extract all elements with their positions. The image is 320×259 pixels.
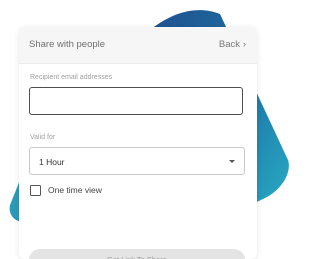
dialog-title: Share with people — [29, 39, 106, 50]
valid-for-label: Valid for — [30, 134, 56, 141]
valid-for-select[interactable]: 1 Hour — [29, 147, 245, 175]
one-time-view-label: One time view — [48, 185, 102, 195]
valid-for-value: 1 Hour — [39, 157, 65, 167]
caret-down-icon — [229, 160, 235, 163]
recipients-email-input[interactable] — [29, 87, 243, 115]
dialog-header: Share with people Back › — [19, 27, 257, 64]
share-dialog: Share with people Back › Recipient email … — [19, 27, 257, 259]
back-label: Back — [218, 39, 240, 50]
one-time-view-checkbox[interactable] — [30, 185, 41, 196]
get-link-button[interactable]: Get Link To Share — [29, 249, 245, 259]
chevron-right-icon: › — [243, 39, 246, 49]
back-button[interactable]: Back › — [219, 39, 246, 50]
recipients-label: Recipient email addresses — [30, 74, 113, 81]
